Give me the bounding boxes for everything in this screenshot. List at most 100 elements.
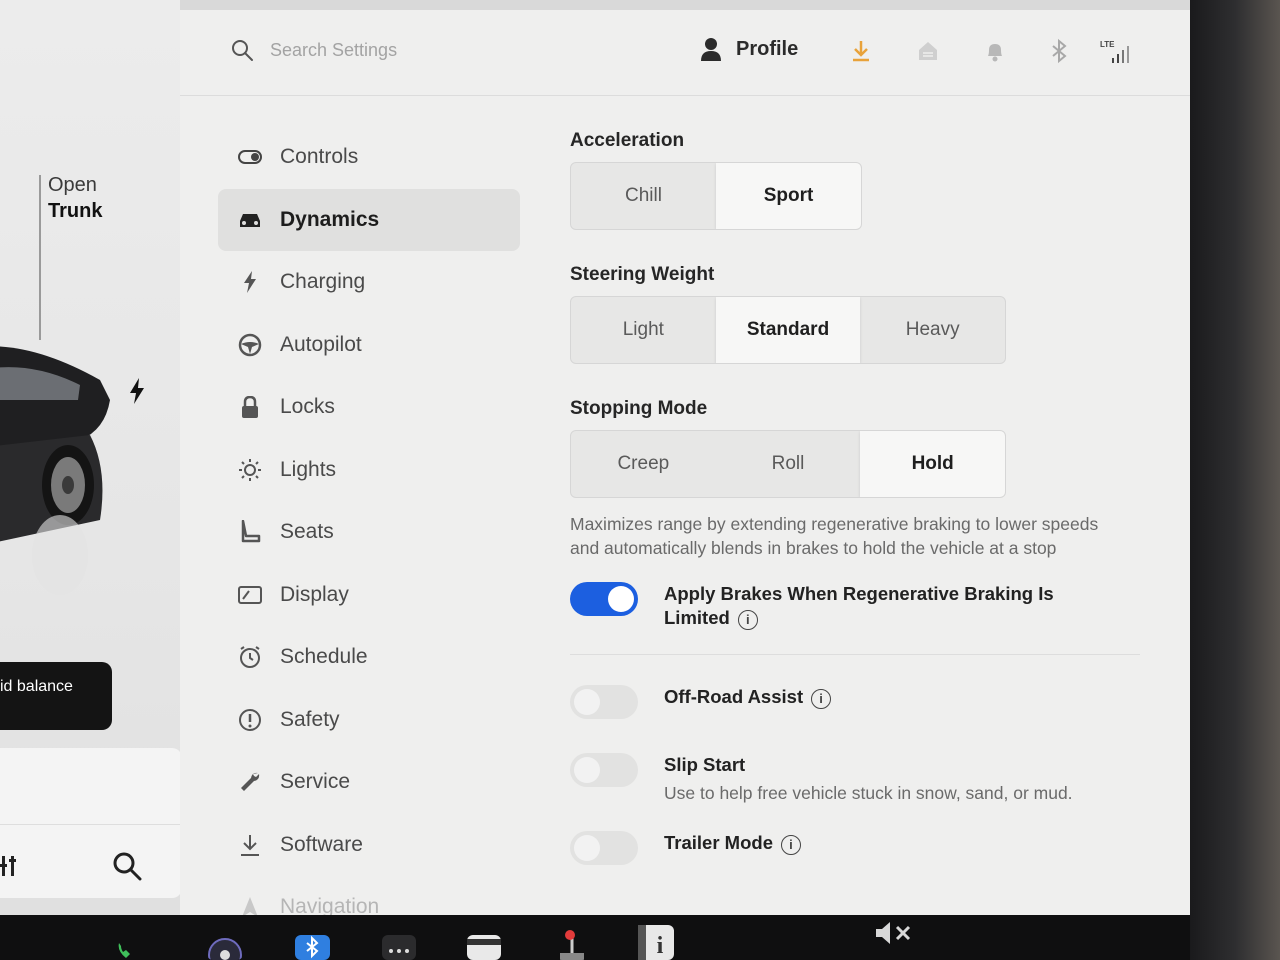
nav-item-seats[interactable]: Seats	[218, 501, 520, 564]
nav-label: Seats	[280, 520, 334, 544]
download-icon	[238, 833, 262, 857]
toggle-knob	[608, 586, 634, 612]
seat-icon	[238, 520, 262, 544]
volume-muted-icon[interactable]	[873, 919, 915, 947]
steering-weight-group: Steering Weight Light Standard Heavy	[570, 264, 1160, 364]
svg-text:i: i	[657, 933, 664, 959]
nav-label: Charging	[280, 270, 366, 294]
nav-item-safety[interactable]: Safety	[218, 689, 520, 752]
nav-item-dynamics[interactable]: Dynamics	[218, 188, 520, 251]
open-trunk-button[interactable]: Open Trunk	[48, 172, 102, 224]
nav-item-locks[interactable]: Locks	[218, 376, 520, 439]
steering-option-standard[interactable]: Standard	[715, 297, 861, 363]
slip-start-row: Slip Start Use to help free vehicle stuc…	[570, 753, 1160, 805]
nav-item-autopilot[interactable]: Autopilot	[218, 314, 520, 377]
acceleration-group: Acceleration Chill Sport	[570, 130, 1160, 230]
trunk-indicator-line	[39, 175, 41, 340]
nav-item-controls[interactable]: Controls	[218, 126, 520, 189]
nav-item-lights[interactable]: Lights	[218, 439, 520, 502]
lock-icon	[238, 395, 262, 419]
nav-label: Autopilot	[280, 332, 362, 356]
stopping-option-roll[interactable]: Roll	[716, 431, 861, 497]
nav-item-charging[interactable]: Charging	[218, 251, 520, 314]
open-trunk-label-line1: Open	[48, 174, 97, 196]
download-icon[interactable]	[848, 38, 874, 64]
card-divider	[0, 824, 182, 825]
acceleration-option-chill[interactable]: Chill	[571, 163, 716, 229]
nav-item-display[interactable]: Display	[218, 564, 520, 627]
sun-icon	[238, 458, 262, 482]
trailer-mode-row: Trailer Mode i	[570, 831, 1160, 865]
info-icon[interactable]: i	[737, 609, 758, 630]
info-icon[interactable]: i	[811, 688, 832, 709]
phone-icon[interactable]	[115, 941, 137, 960]
acceleration-option-sport[interactable]: Sport	[716, 163, 861, 229]
trailer-mode-toggle[interactable]	[570, 831, 638, 865]
nav-label: Dynamics	[280, 207, 380, 231]
toggle-knob	[574, 835, 600, 861]
nav-label: Software	[280, 832, 363, 856]
nav-label: Display	[280, 582, 349, 606]
steering-option-light[interactable]: Light	[571, 297, 716, 363]
display-icon	[238, 583, 262, 607]
acceleration-title: Acceleration	[570, 130, 685, 151]
off-road-assist-toggle[interactable]	[570, 685, 638, 719]
steering-weight-title: Steering Weight	[570, 264, 715, 285]
apply-brakes-row: Apply Brakes When Regenerative Braking I…	[570, 582, 1160, 630]
nav-label: Service	[280, 770, 351, 794]
stopping-mode-selector: Creep Roll Hold	[570, 430, 1006, 498]
nav-label: Lights	[280, 457, 337, 481]
bell-icon[interactable]	[982, 38, 1008, 64]
nav-label: Locks	[280, 395, 335, 419]
profile-label: Profile	[736, 37, 799, 60]
steering-option-heavy[interactable]: Heavy	[860, 297, 1005, 363]
charge-port-icon[interactable]	[128, 378, 146, 404]
nav-item-software[interactable]: Software	[218, 814, 520, 877]
off-road-assist-row: Off-Road Assist i	[570, 685, 1160, 719]
acceleration-selector: Chill Sport	[570, 162, 862, 230]
slip-start-label: Slip Start	[664, 754, 746, 775]
camera-icon[interactable]	[207, 937, 243, 960]
settings-panel: Profile LTE	[180, 0, 1190, 918]
open-trunk-label-line2: Trunk	[48, 200, 103, 222]
info-icon[interactable]: i	[780, 834, 801, 855]
slip-start-description: Use to help free vehicle stuck in snow, …	[664, 783, 1073, 803]
slip-start-toggle[interactable]	[570, 753, 638, 787]
search-icon[interactable]	[112, 851, 142, 881]
bluetooth-icon[interactable]	[1046, 38, 1072, 64]
alert-circle-icon	[238, 708, 262, 732]
settings-nav: Controls Dynamics Charging Autopilot Loc…	[218, 126, 520, 939]
balance-notification[interactable]: id balance	[0, 662, 112, 730]
toggle-knob	[574, 757, 600, 783]
car-quick-card	[0, 748, 182, 898]
steering-weight-selector: Light Standard Heavy	[570, 296, 1006, 364]
nav-label: Safety	[280, 707, 340, 731]
info-app-icon[interactable]: i	[638, 925, 674, 960]
more-apps-icon[interactable]	[382, 935, 416, 960]
nav-item-service[interactable]: Service	[218, 751, 520, 814]
wrench-icon	[238, 770, 262, 794]
top-strip	[180, 0, 1190, 10]
lte-signal-icon: LTE	[1100, 38, 1136, 64]
homelink-icon[interactable]	[915, 38, 941, 64]
profile-button[interactable]: Profile	[700, 34, 798, 64]
bluetooth-app-icon[interactable]	[295, 935, 330, 960]
stopping-option-creep[interactable]: Creep	[571, 431, 716, 497]
search-settings-input[interactable]	[270, 34, 600, 66]
nav-label: Schedule	[280, 645, 368, 669]
off-road-assist-label: Off-Road Assist	[664, 686, 804, 707]
car-view-pane: Open Trunk id balance	[0, 0, 182, 915]
stopping-option-hold[interactable]: Hold	[860, 431, 1005, 497]
apply-brakes-toggle[interactable]	[570, 582, 638, 616]
joystick-icon[interactable]	[556, 927, 588, 960]
screen-bezel	[1190, 0, 1280, 960]
toggle-icon	[238, 145, 262, 169]
stopping-mode-description: Maximizes range by extending regenerativ…	[570, 514, 1099, 558]
sliders-icon[interactable]	[0, 854, 20, 878]
nav-item-schedule[interactable]: Schedule	[218, 626, 520, 689]
search-icon[interactable]	[230, 38, 254, 62]
balance-notification-text: id balance	[0, 678, 73, 695]
dynamics-content: Acceleration Chill Sport Steering Weight…	[570, 130, 1160, 865]
car-icon	[238, 208, 262, 232]
calendar-icon[interactable]	[467, 935, 501, 960]
